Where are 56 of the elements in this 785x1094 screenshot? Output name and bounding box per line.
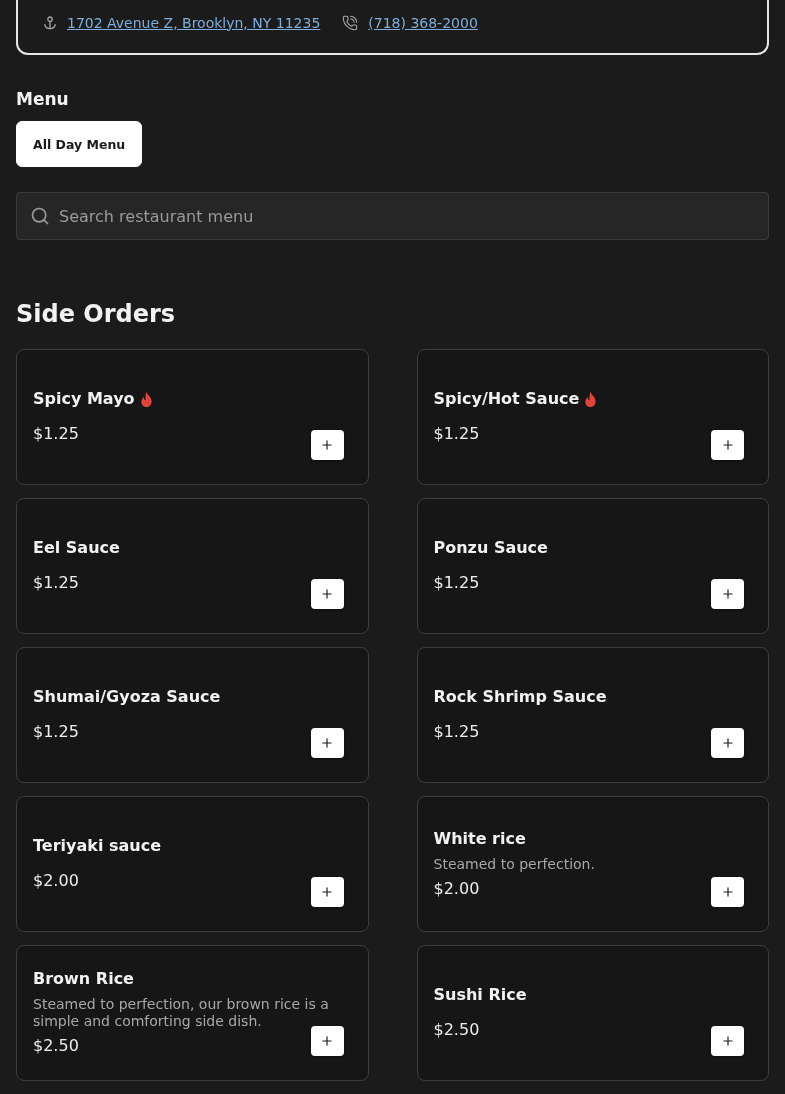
item-name: Teriyaki sauce [33,835,161,857]
address-link[interactable]: 1702 Avenue Z, Brooklyn, NY 11235 [67,13,321,32]
anchor-icon [43,15,57,30]
plus-icon [720,1034,735,1048]
add-button[interactable] [310,728,344,758]
item-name: Shumai/Gyoza Sauce [33,686,221,708]
menu-item-card[interactable]: Ponzu Sauce $1.25 [416,498,769,634]
menu-item-card[interactable]: Spicy/Hot Sauce $1.25 [416,349,769,485]
phone-icon [342,14,359,31]
menu-item-card[interactable]: Shumai/Gyoza Sauce $1.25 [16,647,369,783]
item-price: $1.25 [33,572,79,594]
plus-icon [320,885,334,899]
item-price: $1.25 [33,721,79,743]
item-price: $1.25 [433,572,480,594]
plus-icon [720,885,735,899]
search-icon [30,206,50,226]
menu-heading: Menu [16,89,70,109]
add-button[interactable] [310,579,344,609]
item-name: Sushi Rice [433,984,527,1006]
plus-icon [320,1034,334,1048]
item-name: Ponzu Sauce [433,537,548,559]
item-price: $2.00 [433,877,480,900]
item-name: Spicy Mayo [33,388,135,410]
menu-item-card[interactable]: Brown Rice Steamed to perfection, our brown rice is a simple and comforting side dish. $2.50 [16,945,369,1081]
item-price: $1.25 [433,721,480,743]
menu-item-card[interactable]: Sushi Rice $2.50 [416,945,769,1081]
item-name: White rice [433,827,526,850]
item-description: Steamed to perfection, our brown rice is a simple and comforting side dish. [33,996,330,1030]
plus-icon [720,587,735,601]
item-price: $2.50 [33,1035,79,1057]
add-button[interactable] [310,877,344,907]
search-field[interactable]: Search restaurant menu [16,192,769,240]
section-heading: Side Orders [16,299,177,329]
add-button[interactable] [310,1026,344,1056]
menu-item-card[interactable]: Spicy Mayo $1.25 [16,349,369,485]
plus-icon [720,438,735,452]
item-price: $1.25 [33,423,79,445]
item-name: Brown Rice [33,968,134,990]
menu-tab[interactable]: All Day Menu [16,121,143,167]
item-price: $2.00 [33,870,79,892]
plus-icon [720,736,735,750]
item-price: $1.25 [433,423,480,445]
menu-item-card[interactable]: Rock Shrimp Sauce $1.25 [416,647,769,783]
item-name: Spicy/Hot Sauce [433,388,580,410]
menu-item-card[interactable]: Teriyaki sauce $2.00 [16,796,369,932]
item-name: Rock Shrimp Sauce [433,686,607,708]
menu-item-card[interactable]: Eel Sauce $1.25 [16,498,369,634]
phone-link[interactable]: (718) 368-2000 [368,13,478,32]
menu-item-card[interactable]: White rice Steamed to perfection. $2.00 [416,796,769,932]
item-price: $2.50 [433,1019,480,1041]
add-button[interactable] [310,430,344,460]
item-name: Eel Sauce [33,537,120,559]
plus-icon [320,587,334,601]
plus-icon [320,438,334,452]
plus-icon [320,736,334,750]
item-description: Steamed to perfection. [433,855,595,873]
